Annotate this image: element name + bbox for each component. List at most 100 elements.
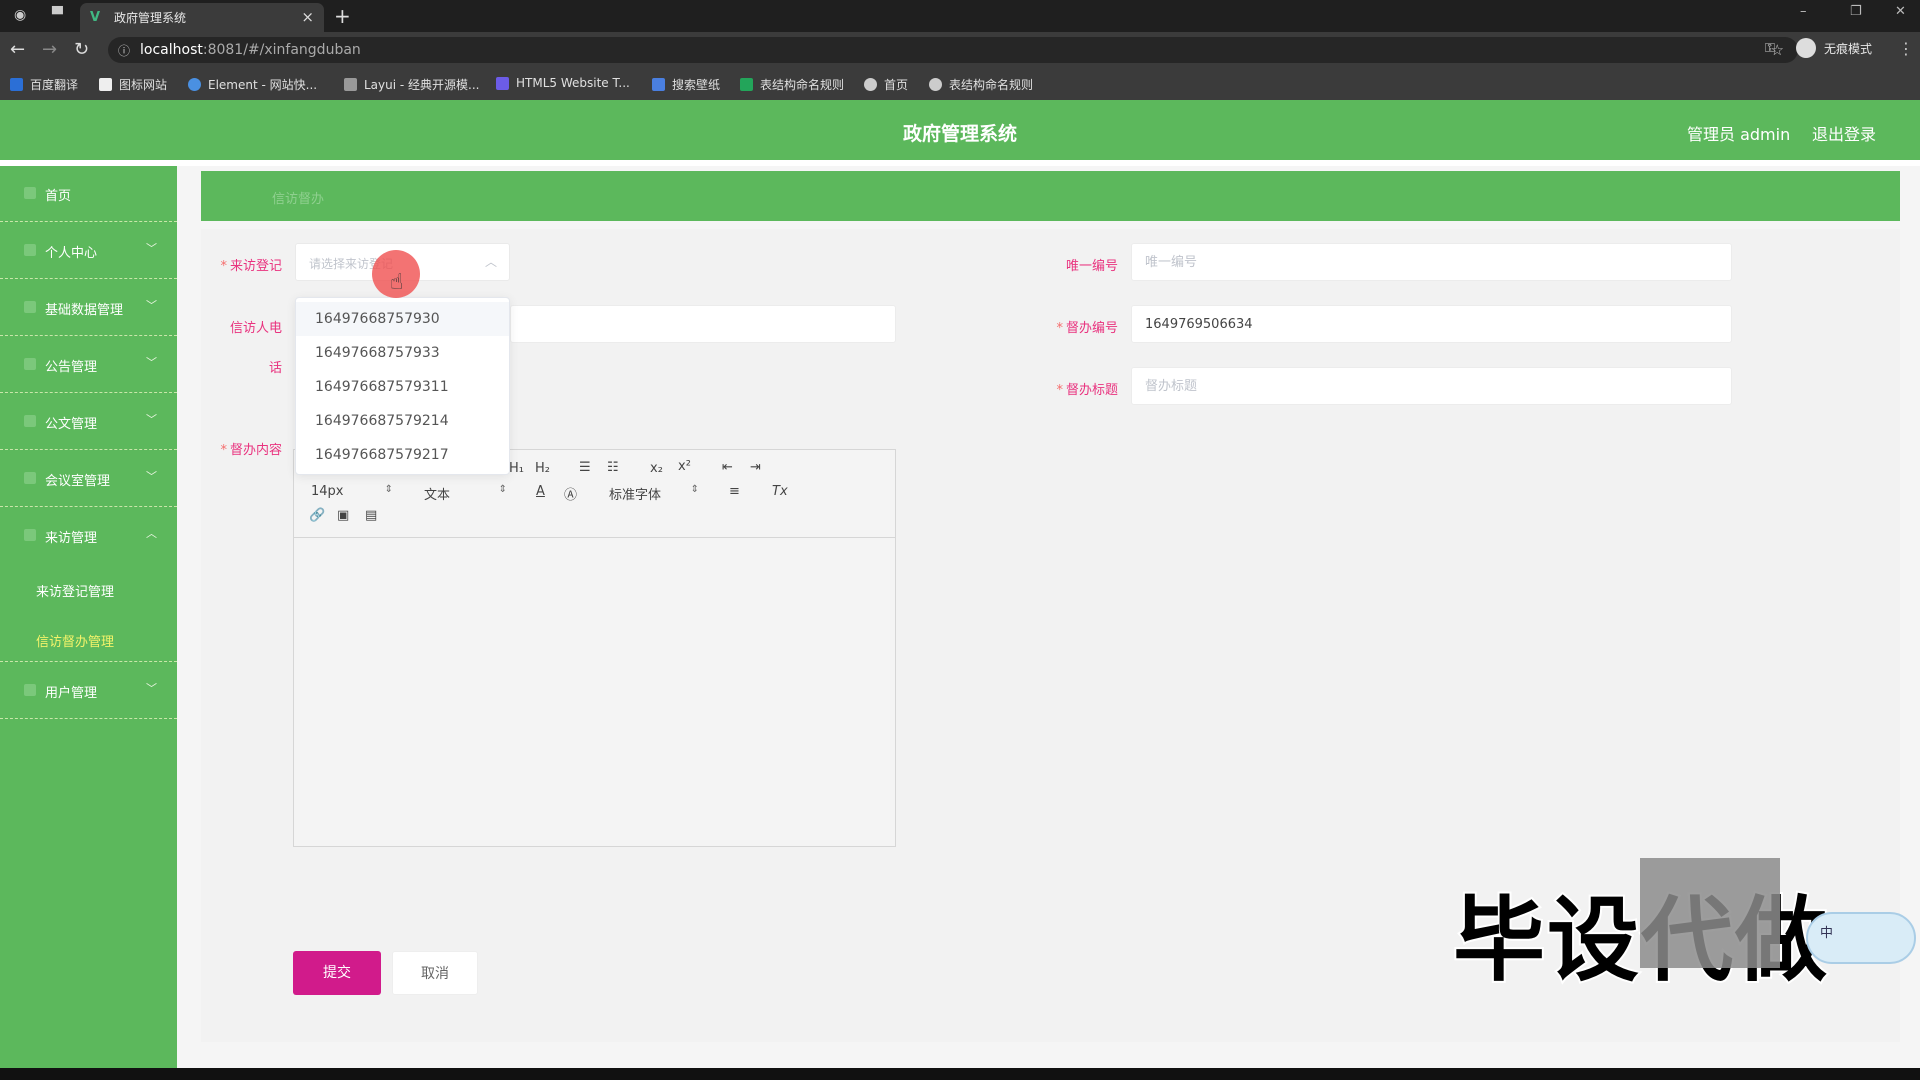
bookmark-item[interactable]: 图标网站 [99,76,167,93]
key-icon[interactable]: ⚿ [1765,41,1775,56]
ordered-list-icon[interactable]: ☰ [579,460,591,475]
bookmark-item[interactable]: 百度翻译 [10,76,78,93]
subscript-icon[interactable]: x₂ [650,461,663,476]
dropdown-option[interactable]: 164976687579311 [296,370,509,404]
sidebar-item-notice[interactable]: 公告管理 ﹀ [0,337,177,393]
image-icon[interactable]: ▣ [337,508,349,523]
bookmark-item[interactable]: Layui - 经典开源模... [344,76,479,93]
heading2-icon[interactable]: H₂ [535,461,550,476]
dropdown-option[interactable]: 164976687579214 [296,404,509,438]
room-icon [24,472,36,484]
browser-logo-icon: ◉ [14,7,27,23]
sidebar: 首页 个人中心 ﹀ 基础数据管理 ﹀ 公告管理 ﹀ 公文管理 ﹀ 会议室管理 ﹀… [0,166,177,1068]
chevron-down-icon: ﹀ [146,413,157,426]
ime-language-label: 中 [1820,926,1834,941]
chevron-up-icon: ︿ [146,527,157,540]
bookmark-item[interactable]: Element - 网站快... [188,76,317,93]
bookmark-item[interactable]: HTML5 Website T... [496,76,630,90]
sidebar-item-visit[interactable]: 来访管理 ︿ 来访登记管理 信访督办管理 [0,508,177,662]
bookmark-item[interactable]: 表结构命名规则 [929,76,1033,93]
background-color-icon[interactable]: Ⓐ [564,484,577,503]
align-icon[interactable]: ≡ [729,484,740,499]
sidebar-subitem-petition-supervise[interactable]: 信访督办管理 [36,631,114,650]
select-arrow-icon: ⇕ [498,484,507,495]
dropdown-option[interactable]: 164976687579217 [296,438,509,472]
ime-widget[interactable]: 中 [1806,912,1916,964]
sidebar-item-home[interactable]: 首页 [0,166,177,222]
header-divider [0,160,1920,166]
current-user: 管理员 admin [1687,125,1791,144]
breadcrumb: 信访督办 [272,192,325,207]
element-icon [188,78,201,91]
visit-icon [24,529,36,541]
petitioner-phone-label: 信访人电 [229,321,282,336]
select-arrow-icon: ⇕ [384,484,393,495]
restore-icon[interactable]: ❐ [1850,4,1862,19]
submit-button[interactable]: 提交 [293,951,381,995]
bookmark-item[interactable]: 搜索壁纸 [652,76,720,93]
notice-icon [24,358,36,370]
user-icon [24,244,36,256]
indent-icon[interactable]: ⇥ [750,460,761,475]
sidebar-item-profile[interactable]: 个人中心 ﹀ [0,223,177,279]
unique-number-label: 唯一编号 [1065,259,1118,274]
video-icon[interactable]: ▤ [365,508,377,523]
editor-content-area[interactable] [294,539,895,846]
bookmark-item[interactable]: 表结构命名规则 [740,76,844,93]
bookmarks-bar: 百度翻译 图标网站 Element - 网站快... Layui - 经典开源模… [0,68,1920,100]
font-color-icon[interactable]: A [536,484,545,499]
sidebar-item-meeting-room[interactable]: 会议室管理 ﹀ [0,451,177,507]
blur-overlay [1640,858,1780,968]
bookmark-item[interactable]: 首页 [864,76,908,93]
minimize-icon[interactable]: – [1800,4,1807,19]
clear-format-icon[interactable]: Tx [772,484,788,499]
chevron-down-icon: ﹀ [146,470,157,483]
home-icon [24,187,36,199]
superscript-icon[interactable]: x² [678,459,691,474]
new-tab-icon[interactable]: + [334,4,351,28]
close-icon[interactable]: × [301,8,314,26]
layui-icon [344,78,357,91]
forward-icon[interactable]: → [42,39,57,60]
visit-register-dropdown: 16497668757930 16497668757933 1649766875… [295,297,510,475]
rich-text-editor: H₁ H₂ ☰ ☷ x₂ x² ⇤ ⇥ 14px ⇕ 文本 ⇕ A Ⓐ 标准字体 ⇕ … [293,449,896,847]
translate-icon [10,78,23,91]
window-close-icon[interactable]: ✕ [1895,4,1906,19]
supervise-content-label: * 督办内容 [220,443,282,458]
petitioner-phone-input[interactable] [510,305,896,343]
unique-number-input[interactable] [1131,243,1732,281]
sidebar-item-document[interactable]: 公文管理 ﹀ [0,394,177,450]
incognito-indicator[interactable]: 无痕模式 [1796,38,1872,58]
select-arrow-icon: ⇕ [690,484,699,495]
sidebar-item-basedata[interactable]: 基础数据管理 ﹀ [0,280,177,336]
dropdown-option[interactable]: 16497668757933 [296,336,509,370]
browser-tab[interactable]: V 政府管理系统 × [80,3,324,32]
font-family-select[interactable]: 标准字体 ⇕ [609,484,699,503]
window-icon: ▀ [52,7,63,23]
supervise-title-input[interactable] [1131,367,1732,405]
hand-cursor-icon: ☝ [390,270,404,295]
outdent-icon[interactable]: ⇤ [722,460,733,475]
browser-toolbar: ← → ↻ ⓘ localhost :8081/#/xinfangduban ☆ [0,32,1920,68]
supervise-number-label: * 督办编号 [1056,321,1118,336]
sidebar-item-users[interactable]: 用户管理 ﹀ [0,663,177,719]
browser-menu-icon[interactable]: ⋮ [1898,39,1914,58]
browser-tabstrip: ◉ ▀ V 政府管理系统 × + – ❐ ✕ [0,0,1920,32]
incognito-icon [1796,38,1816,58]
url-path: :8081/#/xinfangduban [202,42,361,58]
heading1-icon[interactable]: H₁ [509,461,524,476]
address-bar[interactable]: ⓘ localhost :8081/#/xinfangduban ☆ [108,37,1798,63]
supervise-number-input[interactable] [1131,305,1732,343]
cancel-button[interactable]: 取消 [392,951,478,995]
back-icon[interactable]: ← [10,39,25,60]
dropdown-option[interactable]: 16497668757930 [296,302,509,336]
incognito-label: 无痕模式 [1824,41,1873,56]
logout-link[interactable]: 退出登录 [1812,121,1876,145]
text-style-select[interactable]: 文本 ⇕ [424,484,507,503]
sidebar-subitem-visit-register[interactable]: 来访登记管理 [36,581,114,600]
reload-icon[interactable]: ↻ [74,39,89,60]
bullet-list-icon[interactable]: ☷ [607,460,619,475]
font-size-select[interactable]: 14px ⇕ [311,484,393,499]
link-icon[interactable]: 🔗 [309,508,325,523]
info-icon: ⓘ [118,43,131,58]
